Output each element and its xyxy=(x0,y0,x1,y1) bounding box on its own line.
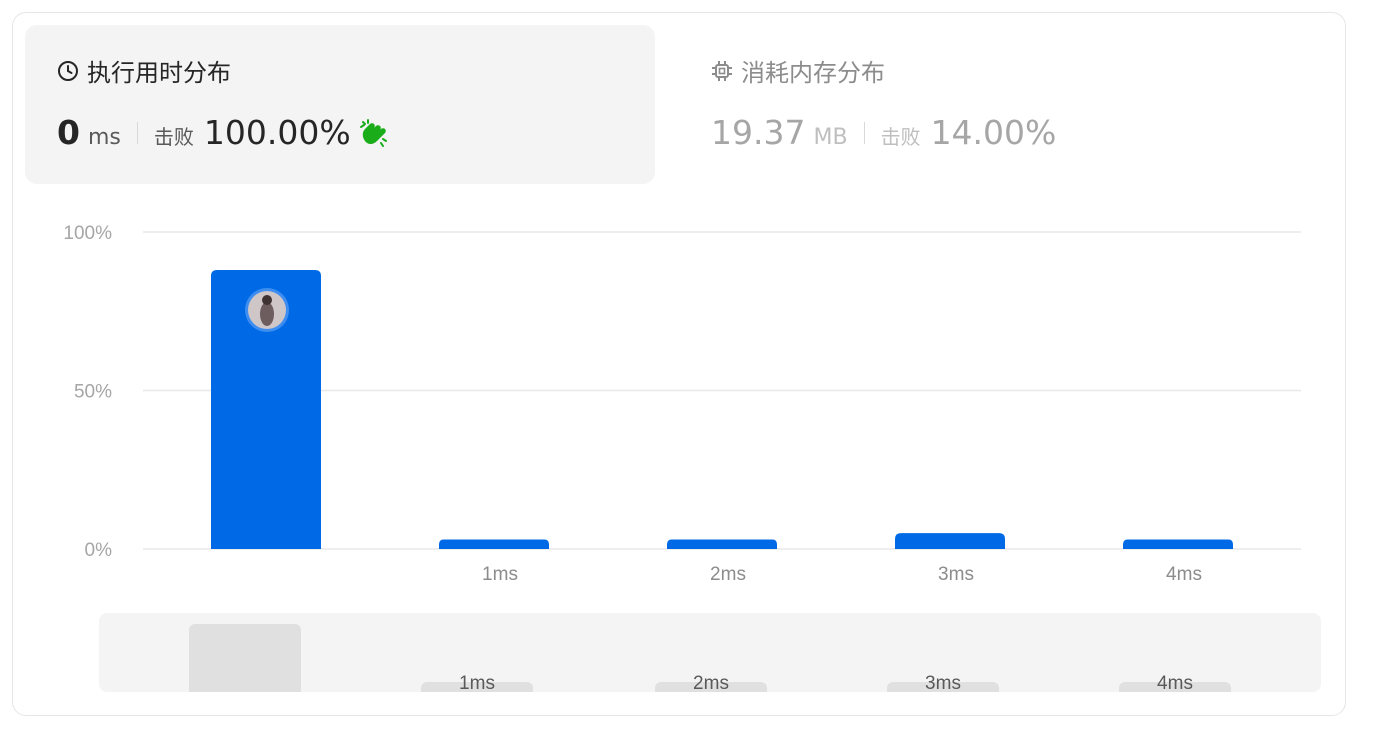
x-tick-label: 3ms xyxy=(938,564,974,585)
bar xyxy=(1123,539,1233,549)
overview-label: 2ms xyxy=(693,673,729,692)
y-tick-label: 50% xyxy=(74,382,112,403)
overview-bar xyxy=(189,624,301,692)
runtime-distribution-chart: 0% 50% 100% 1ms 2ms 3ms 4ms xyxy=(63,223,1301,585)
bar xyxy=(895,533,1005,549)
overview-label: 1ms xyxy=(459,673,495,692)
x-tick-label: 4ms xyxy=(1166,564,1202,585)
bar xyxy=(667,539,777,549)
overview-label: 4ms xyxy=(1157,673,1193,692)
avatar[interactable] xyxy=(245,288,289,333)
y-tick-label: 0% xyxy=(85,540,113,561)
chart-range-overview[interactable]: 1ms 2ms 3ms 4ms xyxy=(99,613,1321,692)
x-tick-label: 2ms xyxy=(710,564,746,585)
y-tick-label: 100% xyxy=(63,223,112,244)
overview-label: 3ms xyxy=(925,673,961,692)
bar xyxy=(439,539,549,549)
x-tick-label: 1ms xyxy=(482,564,518,585)
